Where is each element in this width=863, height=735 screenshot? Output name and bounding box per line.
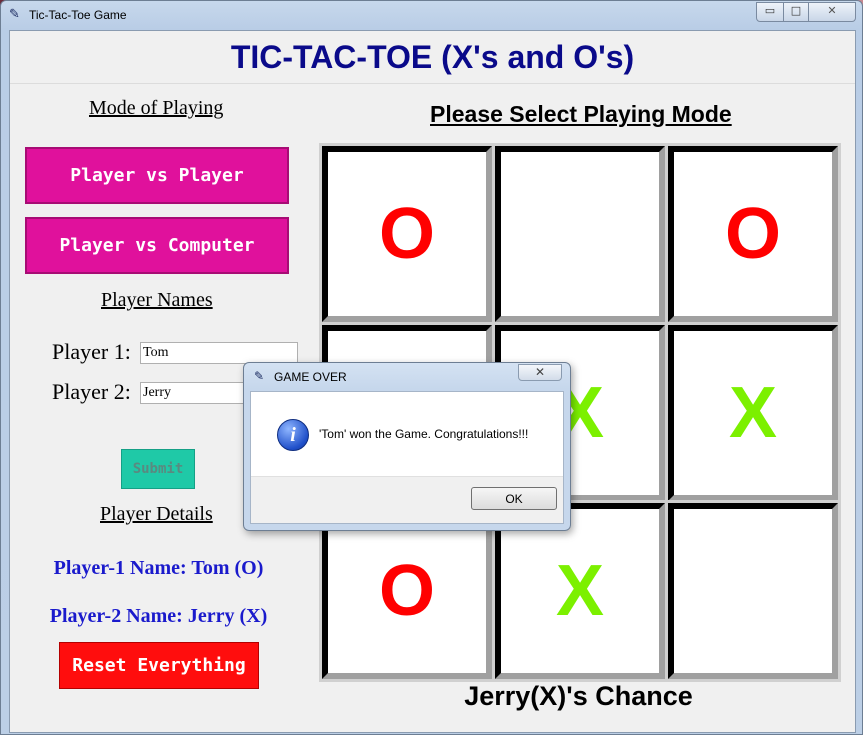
minimize-button[interactable]: ▭	[756, 2, 784, 22]
player-names-heading: Player Names	[101, 289, 213, 311]
player1-label: Player 1:	[52, 339, 131, 364]
dialog-title: GAME OVER	[274, 370, 347, 384]
cell-mark: X	[728, 373, 778, 453]
dialog-close-button[interactable]: ✕	[518, 364, 562, 381]
board-cell-1[interactable]	[495, 146, 665, 322]
caption-buttons: ▭ □ ✕	[756, 2, 856, 22]
cell-mark: O	[724, 194, 781, 274]
game-over-dialog: ✎ GAME OVER ✕ i 'Tom' won the Game. Cong…	[243, 362, 571, 531]
player2-label: Player 2:	[52, 379, 131, 404]
reset-everything-button[interactable]: Reset Everything	[59, 642, 259, 689]
dialog-body: i 'Tom' won the Game. Congratulations!!!…	[250, 391, 564, 524]
feather-icon: ✎	[9, 7, 20, 22]
board-heading: Please Select Playing Mode	[430, 101, 732, 127]
info-icon: i	[277, 419, 309, 451]
cell-mark: X	[555, 551, 605, 631]
board-cell-2[interactable]: O	[668, 146, 838, 322]
feather-icon: ✎	[254, 369, 265, 383]
cell-mark: O	[378, 194, 435, 274]
submit-button[interactable]: Submit	[121, 449, 195, 489]
player-vs-player-button[interactable]: Player vs Player	[25, 147, 289, 204]
player1-input[interactable]: Tom	[140, 342, 298, 364]
turn-status: Jerry(X)'s Chance	[464, 681, 693, 711]
mode-heading: Mode of Playing	[89, 97, 224, 119]
maximize-button[interactable]: □	[784, 2, 809, 22]
app-title: TIC-TAC-TOE (X's and O's)	[230, 39, 635, 75]
window-title: Tic-Tac-Toe Game	[29, 8, 127, 22]
close-button[interactable]: ✕	[809, 2, 856, 22]
board-cell-5[interactable]: X	[668, 325, 838, 501]
header-bar: TIC-TAC-TOE (X's and O's)	[10, 31, 855, 84]
dialog-footer: OK	[251, 476, 563, 523]
player-details-heading: Player Details	[100, 503, 213, 525]
player1-detail: Player-1 Name: Tom (O)	[53, 557, 264, 579]
ok-button[interactable]: OK	[471, 487, 557, 510]
cell-mark: O	[378, 551, 435, 631]
player2-detail: Player-2 Name: Jerry (X)	[49, 605, 268, 627]
board-cell-8[interactable]	[668, 503, 838, 679]
player-vs-computer-button[interactable]: Player vs Computer	[25, 217, 289, 274]
dialog-message: 'Tom' won the Game. Congratulations!!!	[319, 427, 529, 441]
board-cell-0[interactable]: O	[322, 146, 492, 322]
title-bar[interactable]: ✎ Tic-Tac-Toe Game ▭ □ ✕	[1, 1, 862, 29]
